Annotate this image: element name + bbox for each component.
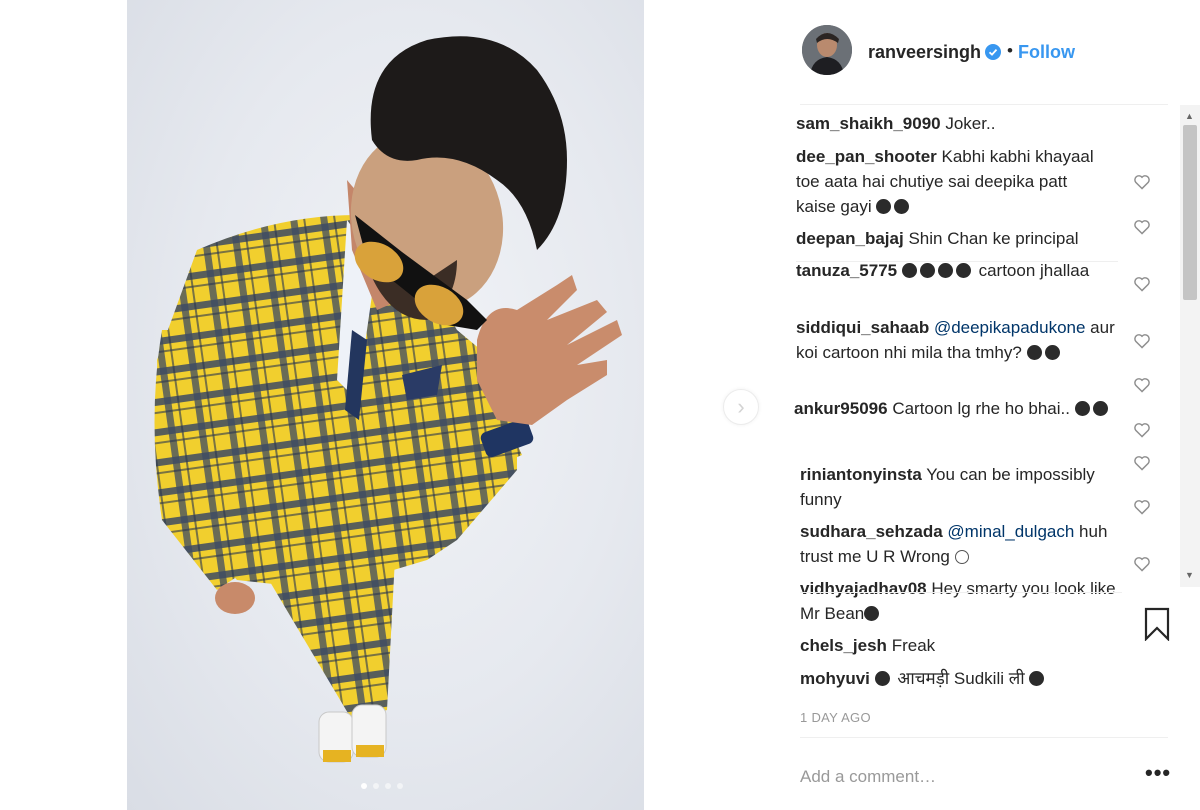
comment-text: Shin Chan ke principal	[908, 229, 1079, 248]
comment-text: cartoon jhallaa	[978, 261, 1090, 280]
comment: sam_shaikh_9090 Joker..	[796, 111, 1126, 136]
comment: mohyuvi आचमड़ी Sudkili ली	[800, 666, 1130, 691]
like-heart-icon[interactable]	[1133, 276, 1151, 292]
comment-username[interactable]: deepan_bajaj	[796, 229, 904, 248]
like-heart-icon[interactable]	[1133, 499, 1151, 515]
like-heart-icon[interactable]	[1133, 377, 1151, 393]
comment: vidhyajadhav08 Hey smarty you look like …	[800, 576, 1120, 626]
comment-username[interactable]: ankur95096	[794, 399, 888, 418]
verified-badge-icon	[985, 44, 1001, 60]
comment-username[interactable]: chels_jesh	[800, 636, 887, 655]
comment: sudhara_sehzada @minal_dulgach huh trust…	[800, 519, 1120, 569]
comment: tanuza_5775 cartoon jhallaa	[796, 258, 1096, 283]
more-options-icon[interactable]: •••	[1145, 762, 1171, 784]
divider	[800, 104, 1168, 105]
post-header: ranveersingh • Follow	[802, 25, 1182, 80]
emoji-icon	[919, 263, 935, 278]
comment: ankur95096 Cartoon lg rhe ho bhai..	[794, 396, 1114, 421]
emoji-icon	[894, 199, 910, 214]
bookmark-icon[interactable]	[1143, 607, 1171, 641]
carousel-dot	[361, 783, 367, 789]
divider	[800, 592, 1122, 593]
like-heart-icon[interactable]	[1133, 219, 1151, 235]
comment-username[interactable]: tanuza_5775	[796, 261, 897, 280]
scroll-up-arrow-icon[interactable]: ▲	[1185, 111, 1194, 121]
separator-dot: •	[1007, 41, 1013, 60]
comment-username[interactable]: vidhyajadhav08	[800, 579, 927, 598]
comment: chels_jesh Freak	[800, 633, 1130, 658]
like-heart-icon[interactable]	[1133, 455, 1151, 471]
emoji-icon	[954, 550, 969, 564]
divider	[800, 737, 1168, 738]
comment-username[interactable]: sam_shaikh_9090	[796, 114, 941, 133]
post-timestamp[interactable]: 1 DAY AGO	[800, 710, 871, 725]
emoji-icon	[1026, 345, 1042, 360]
emoji-icon	[874, 671, 890, 686]
emoji-icon	[901, 263, 917, 278]
comment-text: Freak	[891, 636, 936, 655]
photo-illustration	[154, 36, 622, 763]
comment-mention[interactable]: @minal_dulgach	[947, 522, 1074, 541]
emoji-icon	[1029, 671, 1045, 686]
add-comment-input[interactable]	[800, 763, 1120, 791]
emoji-icon	[937, 263, 953, 278]
comment-text: आचमड़ी Sudkili ली	[897, 669, 1025, 688]
avatar[interactable]	[802, 25, 852, 75]
comment-username[interactable]: sudhara_sehzada	[800, 522, 943, 541]
like-heart-icon[interactable]	[1133, 422, 1151, 438]
carousel-dot	[373, 783, 379, 789]
comment-username[interactable]: riniantonyinsta	[800, 465, 922, 484]
comment-text: Cartoon lg rhe ho bhai..	[892, 399, 1070, 418]
emoji-icon	[955, 263, 971, 278]
comment: deepan_bajaj Shin Chan ke principal	[796, 226, 1126, 251]
emoji-icon	[1044, 345, 1060, 360]
chevron-right-icon: ›	[737, 394, 745, 419]
like-heart-icon[interactable]	[1133, 333, 1151, 349]
username-link[interactable]: ranveersingh	[868, 42, 981, 63]
emoji-icon	[864, 606, 880, 621]
post-photo[interactable]	[127, 0, 644, 810]
comment-text: Joker..	[945, 114, 996, 133]
like-heart-icon[interactable]	[1133, 174, 1151, 190]
scroll-down-arrow-icon[interactable]: ▼	[1185, 570, 1194, 580]
comment: riniantonyinsta You can be impossibly fu…	[800, 462, 1120, 512]
comment-mention[interactable]: @deepikapadukone	[934, 318, 1086, 337]
comment-username[interactable]: dee_pan_shooter	[796, 147, 937, 166]
scrollbar-thumb[interactable]	[1183, 125, 1197, 300]
comment-username[interactable]: mohyuvi	[800, 669, 870, 688]
next-slide-button[interactable]: ›	[723, 389, 759, 425]
emoji-icon	[1092, 401, 1108, 416]
comment: dee_pan_shooter Kabhi kabhi khayaal toe …	[796, 144, 1096, 219]
comment: siddiqui_sahaab @deepikapadukone aur koi…	[796, 315, 1116, 365]
comment-username[interactable]: siddiqui_sahaab	[796, 318, 929, 337]
carousel-indicator	[361, 783, 403, 789]
emoji-icon	[876, 199, 892, 214]
like-heart-icon[interactable]	[1133, 556, 1151, 572]
carousel-dot	[385, 783, 391, 789]
emoji-icon	[1074, 401, 1090, 416]
follow-button[interactable]: Follow	[1018, 42, 1075, 63]
carousel-dot	[397, 783, 403, 789]
